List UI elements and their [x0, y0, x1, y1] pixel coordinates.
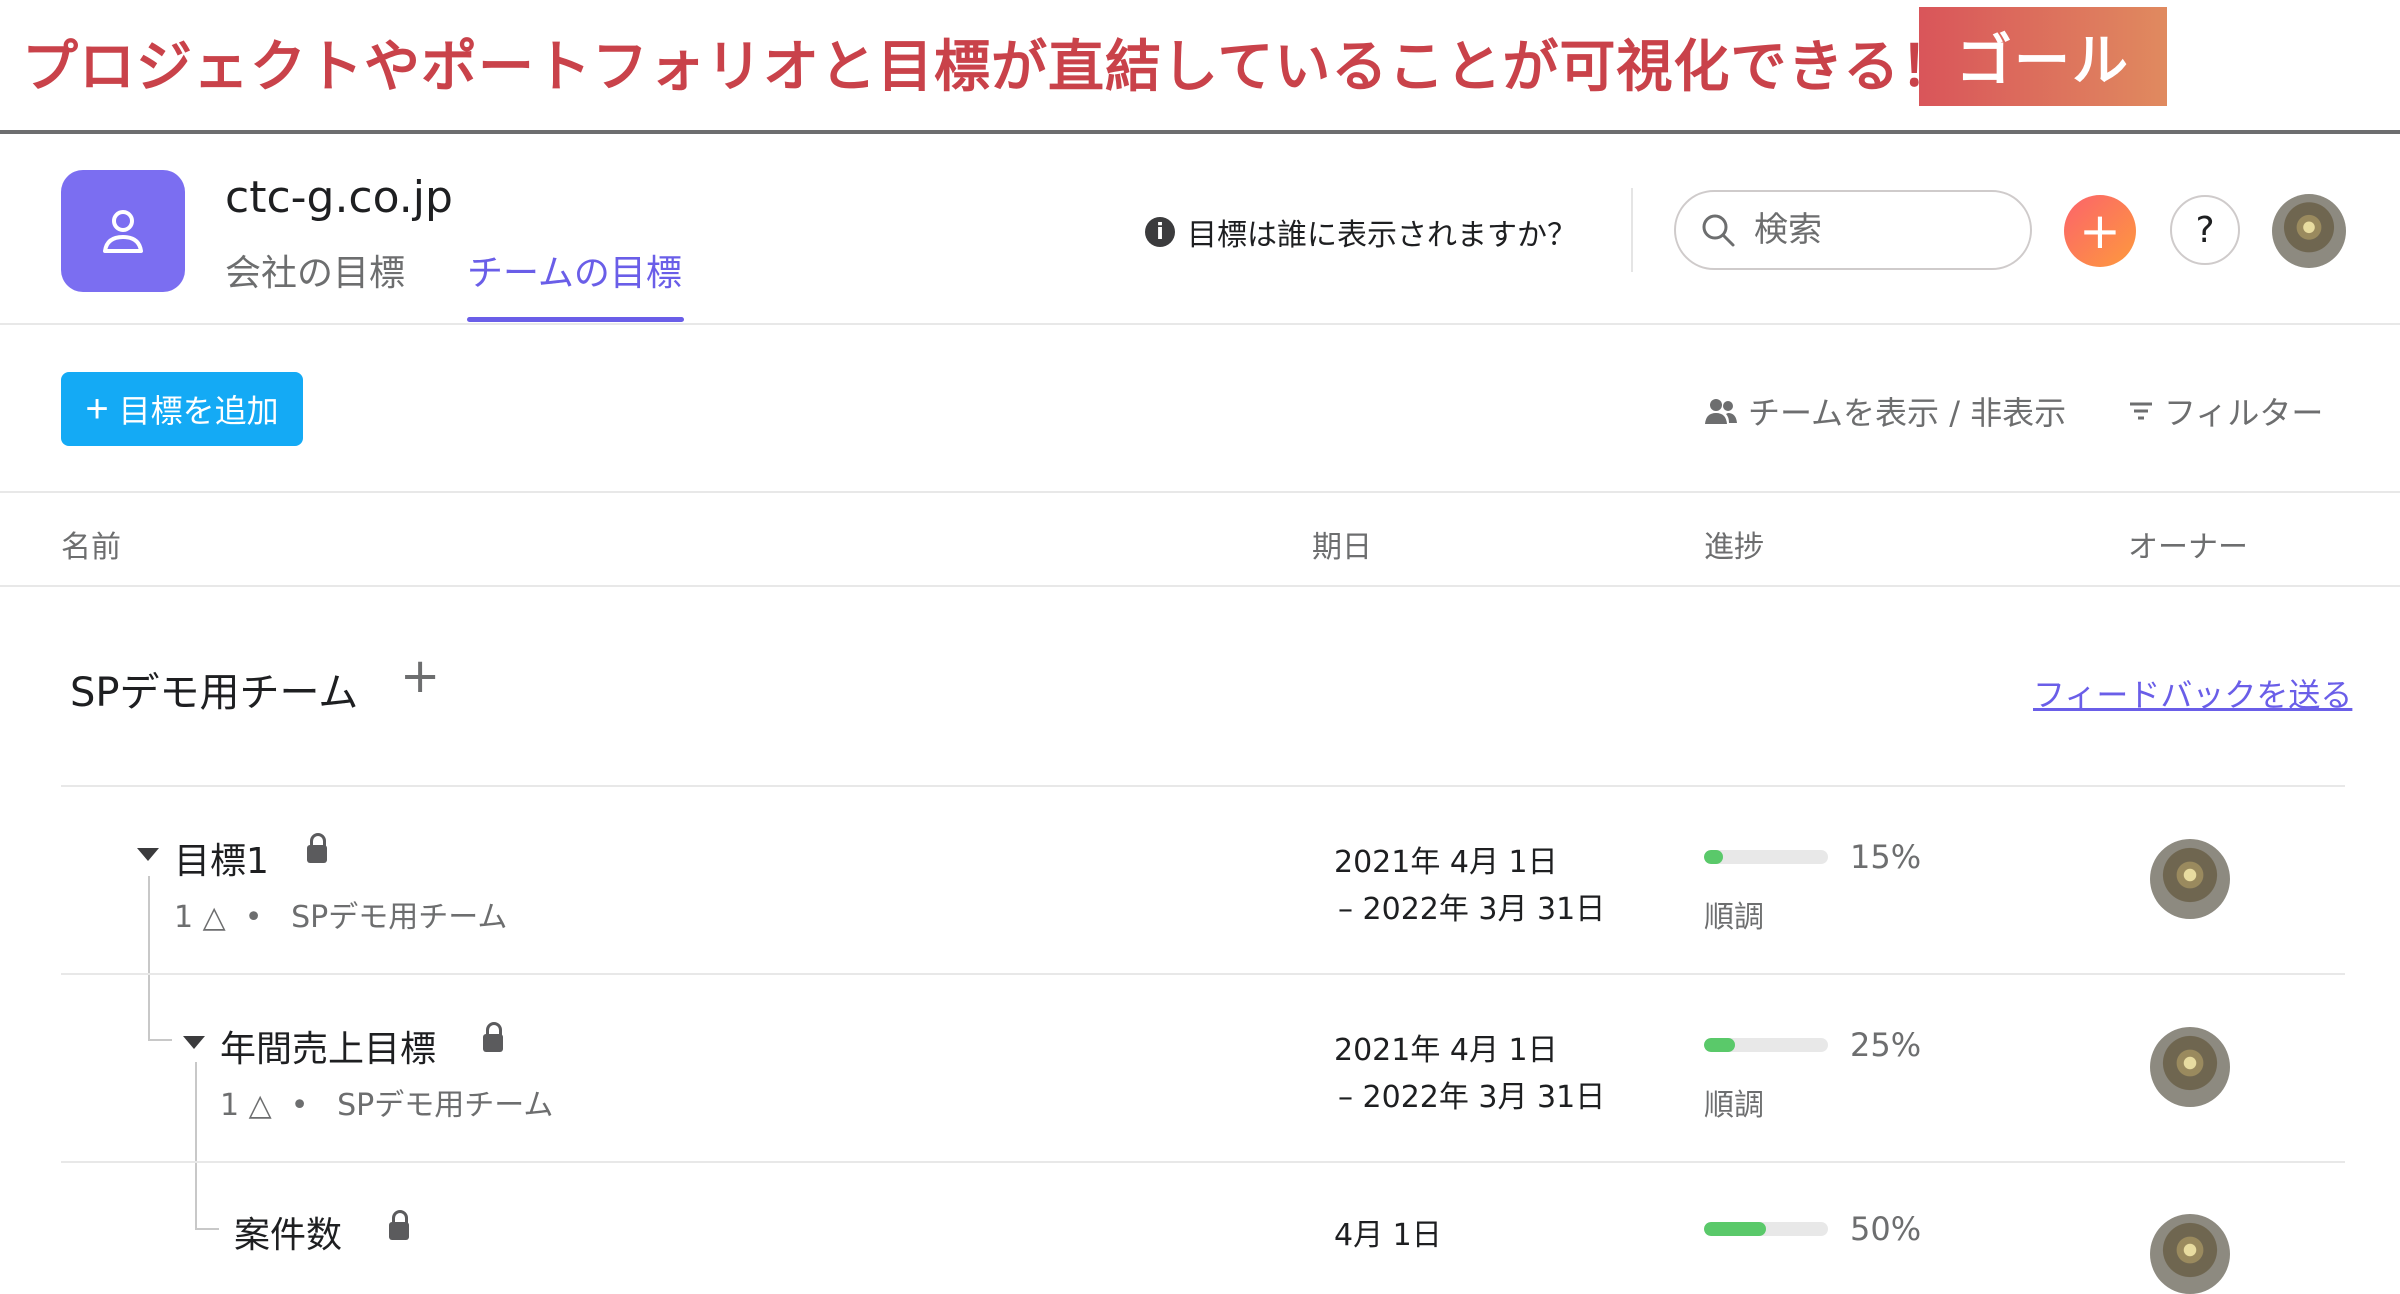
active-tab-indicator [467, 317, 684, 322]
goal-name[interactable]: 目標1 [174, 832, 269, 884]
visibility-info-text: 目標は誰に表示されますか？ [1187, 218, 1577, 253]
progress-percent: 15% [1850, 838, 1922, 876]
column-header-name[interactable]: 名前 [61, 522, 121, 566]
info-icon: i [1145, 217, 1175, 247]
goal-name[interactable]: 年間売上目標 [220, 1020, 436, 1072]
tab-company-goals[interactable]: 会社の目標 [225, 244, 405, 296]
toolbar-divider-line [0, 491, 2400, 493]
table-row[interactable] [0, 1163, 2400, 1242]
table-row[interactable] [0, 787, 2400, 973]
tab-team-goals[interactable]: チームの目標 [467, 244, 682, 296]
goal-team: SPデモ用チーム [291, 900, 508, 935]
progress-bar-fill [1704, 1038, 1735, 1052]
column-header-divider [0, 585, 2400, 587]
search-box[interactable] [1674, 190, 2032, 270]
search-icon [1702, 214, 1735, 247]
goal-start-date: 4月 1日 [1334, 1218, 1442, 1253]
goal-start-date: 2021年 4月 1日 [1334, 1033, 1558, 1068]
help-button[interactable]: ? [2170, 195, 2240, 265]
banner-tag: ゴール [1919, 7, 2167, 106]
org-name: ctc-g.co.jp [225, 172, 453, 223]
progress-percent: 25% [1850, 1026, 1922, 1064]
owner-avatar[interactable] [2150, 1214, 2230, 1294]
owner-avatar[interactable] [2150, 839, 2230, 919]
banner-text: プロジェクトやポートフォリオと目標が直結していることが可視化できる！ [22, 35, 1958, 100]
lock-icon [389, 1210, 409, 1240]
header-divider-line [0, 323, 2400, 325]
header-divider [1631, 188, 1633, 272]
goal-start-date: 2021年 4月 1日 [1334, 845, 1558, 880]
visibility-info-link[interactable]: i 目標は誰に表示されますか？ [1145, 210, 1577, 254]
org-logo-icon[interactable] [61, 170, 185, 292]
plus-icon: + [85, 387, 109, 431]
subgoal-count: 1 [220, 1088, 240, 1123]
progress-percent: 50% [1850, 1210, 1922, 1248]
collapse-caret-icon[interactable] [137, 848, 159, 861]
progress-bar [1704, 1222, 1828, 1236]
filter-icon [2130, 402, 2152, 420]
team-name: SPデモ用チーム [70, 670, 359, 716]
progress-bar [1704, 1038, 1828, 1052]
column-header-progress[interactable]: 進捗 [1704, 522, 1764, 566]
show-hide-teams-label: チームを表示 / 非表示 [1748, 394, 2067, 432]
feedback-link[interactable]: フィードバックを送る [2033, 670, 2352, 716]
filter-button[interactable]: フィルター [2128, 388, 2323, 434]
goal-meta: 1 △ • SPデモ用チーム [220, 1088, 554, 1123]
add-goal-label: 目標を追加 [118, 393, 279, 429]
goal-meta: 1 △ • SPデモ用チーム [174, 900, 508, 935]
quick-add-button[interactable]: + [2064, 195, 2136, 267]
subgoal-triangle-icon: △ [248, 1088, 272, 1123]
search-input[interactable] [1752, 209, 1976, 251]
show-hide-teams-button[interactable]: チームを表示 / 非表示 [1704, 388, 2066, 434]
user-avatar[interactable] [2272, 194, 2346, 268]
people-icon [1705, 399, 1737, 424]
goal-team: SPデモ用チーム [337, 1088, 554, 1123]
lock-icon [483, 1022, 503, 1052]
goal-name[interactable]: 案件数 [234, 1206, 342, 1258]
column-header-owner[interactable]: オーナー [2128, 522, 2248, 566]
progress-bar [1704, 850, 1828, 864]
add-team-goal-icon[interactable]: + [400, 652, 440, 700]
goal-status: 順調 [1704, 900, 1764, 935]
column-header-due-date[interactable]: 期日 [1312, 522, 1372, 566]
owner-avatar[interactable] [2150, 1027, 2230, 1107]
goal-status: 順調 [1704, 1088, 1764, 1123]
plus-icon: + [2079, 202, 2121, 260]
collapse-caret-icon[interactable] [183, 1036, 205, 1049]
subgoal-triangle-icon: △ [202, 900, 226, 935]
progress-bar-fill [1704, 1222, 1766, 1236]
progress-bar-fill [1704, 850, 1723, 864]
goal-end-date: – 2022年 3月 31日 [1338, 892, 1606, 927]
lock-icon [307, 833, 327, 863]
goal-end-date: – 2022年 3月 31日 [1338, 1080, 1606, 1115]
add-goal-button[interactable]: + 目標を追加 [61, 372, 303, 446]
filter-label: フィルター [2164, 394, 2324, 432]
subgoal-count: 1 [174, 900, 194, 935]
